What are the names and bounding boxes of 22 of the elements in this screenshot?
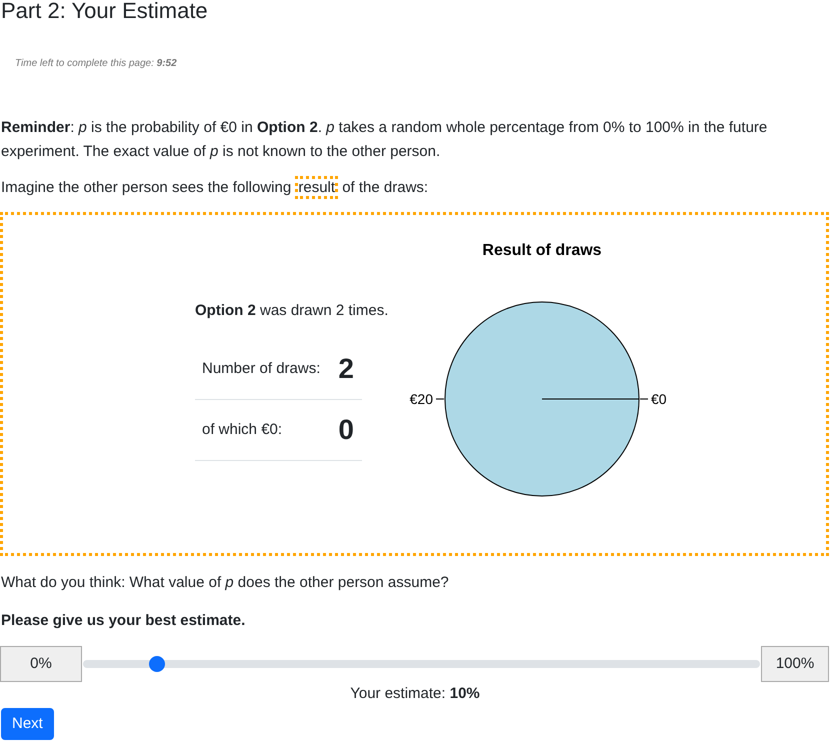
reminder-text: Reminder: p is the probability of €0 in Option 2. p takes a random whole percentage from 0% to 100% in the future experiment. The exact value of p is not known to the other person.: [1, 118, 768, 162]
chart-title: Result of draws: [482, 242, 602, 259]
timer-text: Time left to complete this page: 9:52: [15, 57, 177, 71]
stat-label: of which €0:: [202, 420, 282, 440]
slice-label: €20: [410, 391, 433, 407]
stat-label: Number of draws:: [202, 359, 320, 379]
slider-min-label: 0%: [0, 646, 82, 682]
stat-value: 2: [338, 352, 354, 386]
page-title: Part 2: Your Estimate: [1, 0, 209, 24]
slider-max-label: 100%: [761, 646, 829, 682]
estimate-text: Your estimate: 10%: [350, 684, 480, 704]
stat-value: 0: [338, 413, 354, 447]
highlighted-word: result: [295, 176, 338, 199]
label-tick: [640, 398, 648, 400]
label-tick: [436, 398, 444, 400]
next-button[interactable]: Next: [1, 708, 54, 740]
slice-label: €0: [651, 391, 667, 407]
prompt-text: Please give us your best estimate.: [1, 611, 246, 631]
slider-thumb[interactable]: [149, 656, 166, 672]
question-text: What do you think: What value of p does the other person assume?: [1, 573, 450, 593]
intro-text: Imagine the other person sees the following result of the draws:: [1, 176, 829, 200]
summary-text: Option 2 was drawn 2 times.: [195, 301, 388, 321]
